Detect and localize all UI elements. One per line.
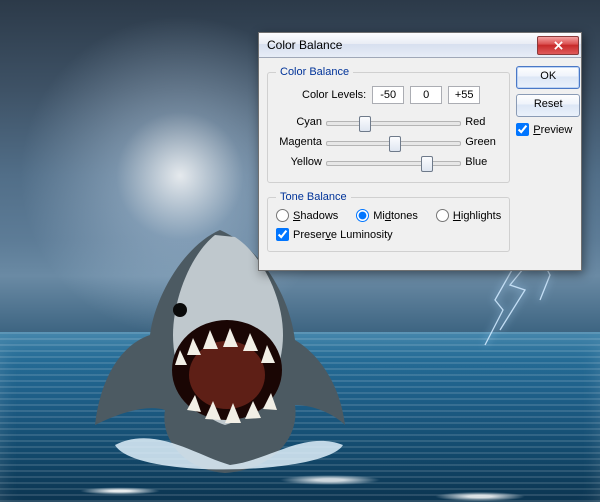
tone-balance-legend: Tone Balance	[276, 191, 351, 203]
slider-left-label: Magenta	[276, 136, 322, 148]
slider-row-2: Yellow Blue	[276, 152, 501, 172]
slider-row-1: Magenta Green	[276, 132, 501, 152]
preserve-luminosity-label: Preserve Luminosity	[293, 229, 393, 241]
preserve-luminosity[interactable]: Preserve Luminosity	[276, 228, 501, 241]
radio-shadows-input[interactable]	[276, 209, 289, 222]
close-icon	[554, 41, 563, 50]
preview-label: Preview	[533, 124, 572, 136]
ok-button[interactable]: OK	[516, 66, 580, 89]
color-balance-dialog: Color Balance Color Balance Color Levels…	[258, 32, 582, 271]
slider-thumb[interactable]	[421, 156, 433, 172]
slider-row-0: Cyan Red	[276, 112, 501, 132]
slider-right-label: Blue	[465, 156, 501, 168]
preview-option[interactable]: Preview	[516, 123, 580, 136]
radio-highlights[interactable]: Highlights	[436, 209, 501, 222]
slider-left-label: Yellow	[276, 156, 322, 168]
slider-track[interactable]	[326, 134, 461, 150]
radio-midtones[interactable]: Midtones	[356, 209, 418, 222]
slider-track[interactable]	[326, 154, 461, 170]
radio-shadows-label: Shadows	[293, 210, 338, 222]
color-levels-label: Color Levels:	[302, 89, 366, 101]
radio-highlights-input[interactable]	[436, 209, 449, 222]
titlebar[interactable]: Color Balance	[259, 33, 581, 58]
slider-thumb[interactable]	[359, 116, 371, 132]
slider-track[interactable]	[326, 114, 461, 130]
dialog-title: Color Balance	[267, 38, 537, 52]
reset-button[interactable]: Reset	[516, 94, 580, 117]
preserve-luminosity-checkbox[interactable]	[276, 228, 289, 241]
tone-balance-group: Tone Balance Shadows Midtones Highlights	[267, 191, 510, 252]
preview-checkbox[interactable]	[516, 123, 529, 136]
slider-right-label: Red	[465, 116, 501, 128]
radio-highlights-label: Highlights	[453, 210, 501, 222]
slider-right-label: Green	[465, 136, 501, 148]
color-balance-group: Color Balance Color Levels: Cyan Red Magen…	[267, 66, 510, 183]
radio-midtones-label: Midtones	[373, 210, 418, 222]
level-input-2[interactable]	[410, 86, 442, 104]
radio-midtones-input[interactable]	[356, 209, 369, 222]
close-button[interactable]	[537, 36, 579, 55]
slider-thumb[interactable]	[389, 136, 401, 152]
color-balance-legend: Color Balance	[276, 66, 353, 78]
level-input-3[interactable]	[448, 86, 480, 104]
level-input-1[interactable]	[372, 86, 404, 104]
slider-left-label: Cyan	[276, 116, 322, 128]
radio-shadows[interactable]: Shadows	[276, 209, 338, 222]
